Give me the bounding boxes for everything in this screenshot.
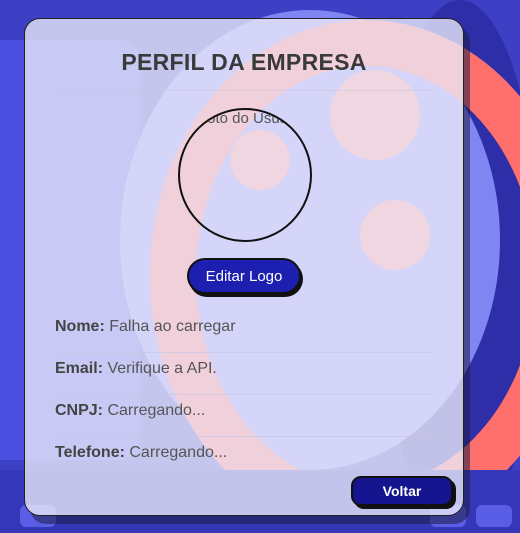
field-name: Nome: Falha ao carregar	[55, 311, 433, 353]
field-value: Falha ao carregar	[109, 318, 236, 335]
profile-fields: Nome: Falha ao carregar Email: Verifique…	[55, 311, 433, 479]
logo-alt-text: Foto do Usuário	[198, 110, 305, 127]
title-divider	[55, 90, 433, 91]
field-value: Verifique a API.	[107, 360, 217, 377]
back-button[interactable]: Voltar	[351, 476, 453, 506]
page-title: PERFIL DA EMPRESA	[121, 49, 367, 75]
company-profile-card: PERFIL DA EMPRESA Foto do Usuário Editar…	[24, 18, 464, 516]
field-value: Carregando...	[129, 444, 228, 461]
field-label: Nome:	[55, 318, 110, 335]
field-email: Email: Verifique a API.	[55, 353, 433, 395]
field-label: Telefone:	[55, 444, 130, 461]
edit-logo-button[interactable]: Editar Logo	[187, 258, 301, 294]
field-label: CNPJ:	[55, 402, 108, 419]
company-logo-image: Foto do Usuário	[178, 108, 312, 242]
field-label: Email:	[55, 360, 108, 377]
field-value: Carregando...	[107, 402, 206, 419]
field-cnpj: CNPJ: Carregando...	[55, 395, 433, 437]
field-phone: Telefone: Carregando...	[55, 437, 433, 479]
